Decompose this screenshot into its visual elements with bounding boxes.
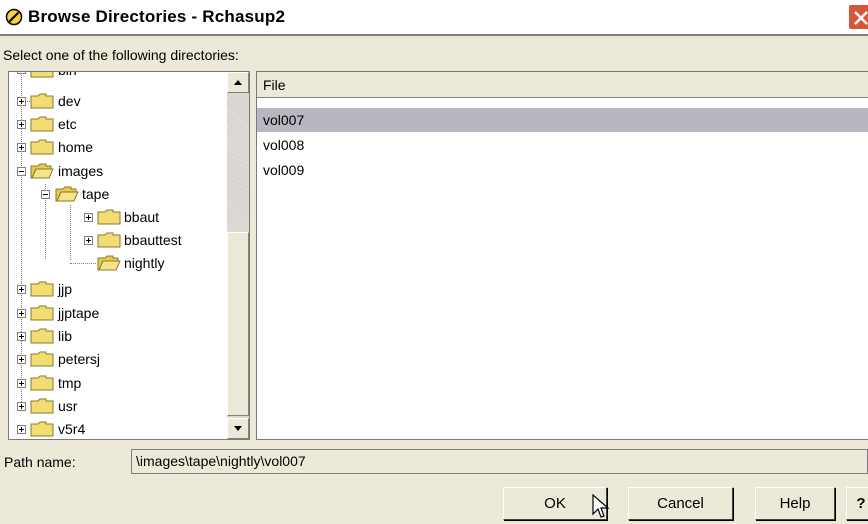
expand-icon[interactable]: [17, 309, 26, 318]
tree-item-petersj[interactable]: petersj: [9, 348, 225, 370]
folder-icon: [30, 398, 54, 414]
mouse-pointer-icon: [592, 494, 610, 518]
tree-item-tape[interactable]: tape: [9, 183, 225, 205]
tree-item-home[interactable]: home: [9, 136, 225, 158]
expand-icon[interactable]: [17, 120, 26, 129]
tree-item-label: v5r4: [58, 421, 86, 437]
expand-icon[interactable]: [17, 72, 26, 74]
tree-item-dev[interactable]: dev: [9, 90, 225, 112]
file-list[interactable]: File vol007 vol008 vol009: [256, 71, 868, 440]
tree-item-label: bbaut: [124, 209, 160, 225]
folder-icon: [97, 232, 121, 248]
arrow-up-icon: [234, 80, 242, 85]
expand-icon[interactable]: [17, 425, 26, 434]
close-button[interactable]: [848, 4, 868, 30]
tree-item-nightly[interactable]: nightly: [9, 252, 225, 274]
arrow-down-icon: [234, 426, 242, 431]
open-folder-icon: [97, 255, 121, 271]
collapse-icon[interactable]: [17, 167, 26, 176]
folder-icon: [30, 305, 54, 321]
tree-item-label: etc: [58, 116, 77, 132]
folder-icon: [30, 351, 54, 367]
expand-icon[interactable]: [17, 355, 26, 364]
tree-guide-line: [70, 263, 96, 264]
tree-item-usr[interactable]: usr: [9, 395, 225, 417]
tree-item-label: dev: [58, 93, 81, 109]
no-entry-icon: [5, 8, 23, 26]
expand-icon[interactable]: [84, 236, 93, 245]
path-name-label: Path name:: [4, 454, 76, 470]
folder-icon: [97, 209, 121, 225]
tree-item-label: jjp: [58, 281, 73, 297]
file-row[interactable]: vol009: [257, 158, 868, 182]
tree-item-label: jjptape: [58, 305, 100, 321]
title-bar: Browse Directories - Rchasup2: [0, 0, 868, 36]
scroll-up-button[interactable]: [227, 72, 249, 93]
tree-item-label: lib: [58, 328, 73, 344]
tree-item-label: nightly: [124, 255, 165, 271]
tree-item-label: images: [58, 163, 104, 179]
prompt-label: Select one of the following directories:: [3, 47, 239, 63]
expand-icon[interactable]: [17, 285, 26, 294]
tree-item-label: petersj: [58, 351, 101, 367]
collapse-icon[interactable]: [41, 190, 50, 199]
folder-icon: [30, 281, 54, 297]
tree-item-jjp[interactable]: jjp: [9, 278, 225, 300]
expand-icon[interactable]: [17, 379, 26, 388]
tree-item-jjptape[interactable]: jjptape: [9, 302, 225, 324]
whats-this-button[interactable]: ?: [846, 487, 868, 520]
tree-item-bin[interactable]: bin: [9, 72, 225, 81]
directory-tree[interactable]: bin dev etc home images tape bbaut: [8, 71, 250, 440]
expand-icon[interactable]: [17, 332, 26, 341]
scroll-down-button[interactable]: [227, 418, 249, 439]
folder-icon: [30, 421, 54, 437]
tree-item-label: bbauttest: [124, 232, 182, 248]
expand-icon[interactable]: [84, 213, 93, 222]
help-button[interactable]: Help: [755, 487, 835, 520]
folder-icon: [30, 139, 54, 155]
tree-item-label: tmp: [58, 375, 82, 391]
tree-item-label: bin: [58, 72, 77, 81]
scroll-thumb[interactable]: [227, 232, 249, 416]
expand-icon[interactable]: [17, 143, 26, 152]
path-name-field[interactable]: \images\tape\nightly\vol007: [131, 449, 868, 474]
cancel-button[interactable]: Cancel: [628, 487, 733, 520]
tree-item-etc[interactable]: etc: [9, 113, 225, 135]
file-row[interactable]: vol007: [257, 108, 868, 132]
folder-icon: [30, 328, 54, 344]
folder-icon: [30, 116, 54, 132]
file-row[interactable]: vol008: [257, 133, 868, 157]
tree-item-label: usr: [58, 398, 78, 414]
file-column-header[interactable]: File: [257, 72, 868, 98]
tree-item-images[interactable]: images: [9, 160, 225, 182]
tree-item-label: home: [58, 139, 94, 155]
tree-item-lib[interactable]: lib: [9, 325, 225, 347]
expand-icon[interactable]: [17, 97, 26, 106]
tree-item-v5r4[interactable]: v5r4: [9, 418, 225, 439]
folder-icon: [30, 72, 54, 78]
expand-icon[interactable]: [17, 402, 26, 411]
window-title: Browse Directories - Rchasup2: [28, 7, 286, 26]
tree-item-label: tape: [82, 186, 110, 202]
tree-item-bbauttest[interactable]: bbauttest: [9, 229, 225, 251]
tree-scrollbar[interactable]: [227, 72, 249, 439]
open-folder-icon: [55, 186, 79, 202]
tree-item-bbaut[interactable]: bbaut: [9, 206, 225, 228]
folder-icon: [30, 93, 54, 109]
open-folder-icon: [30, 163, 54, 179]
close-icon: [854, 11, 868, 25]
folder-icon: [30, 375, 54, 391]
tree-item-tmp[interactable]: tmp: [9, 372, 225, 394]
